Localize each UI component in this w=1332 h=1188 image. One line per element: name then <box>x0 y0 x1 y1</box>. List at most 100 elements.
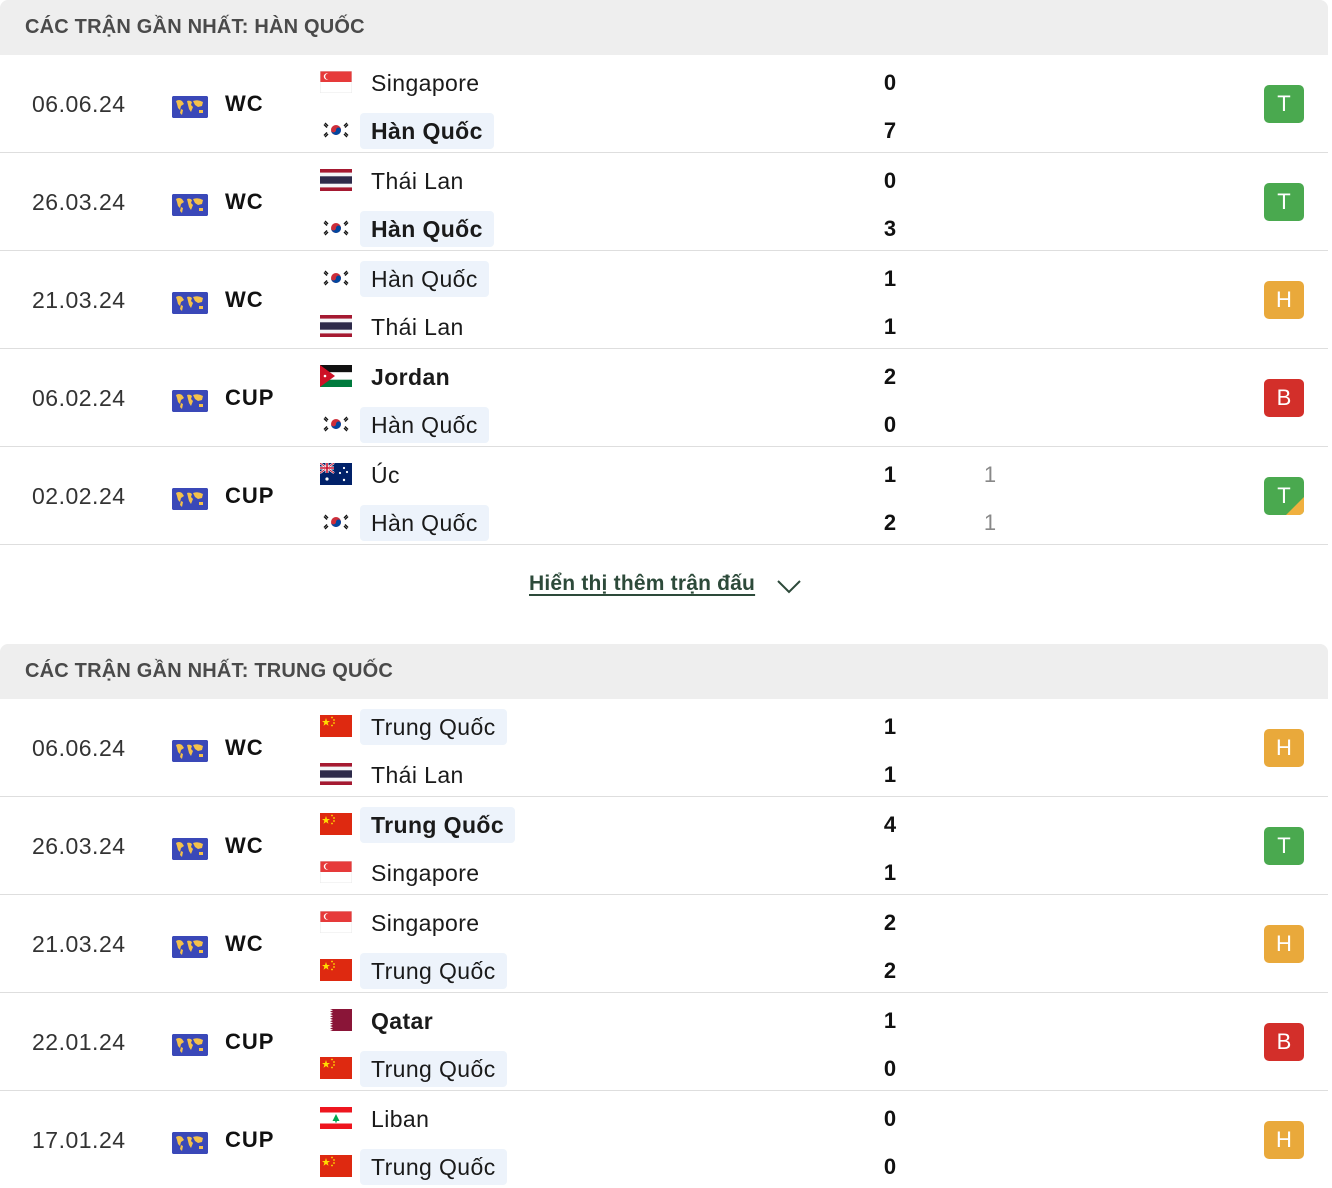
result-letter: T <box>1277 189 1291 214</box>
match-row[interactable]: 26.03.24 WC Thái Lan 0 Hàn Quốc 3 T <box>0 153 1328 251</box>
home-team[interactable]: Singapore <box>318 65 818 101</box>
away-score: 0 <box>883 412 897 437</box>
match-row[interactable]: 22.01.24 CUP Qatar 1 Trung Quốc 0 B <box>0 993 1328 1091</box>
away-score: 2 <box>883 510 897 535</box>
away-team[interactable]: Hàn Quốc <box>318 407 818 443</box>
home-score: 2 <box>883 364 897 389</box>
away-team[interactable]: Singapore <box>318 855 818 891</box>
match-row[interactable]: 26.03.24 WC Trung Quốc 4 Singapore 1 T <box>0 797 1328 895</box>
korea-flag-icon <box>320 511 352 533</box>
match-row[interactable]: 06.02.24 CUP Jordan 2 Hàn Quốc 0 B <box>0 349 1328 447</box>
result-badge: T <box>1264 183 1304 221</box>
away-team-name[interactable]: Thái Lan <box>360 309 475 345</box>
home-team-name[interactable]: Trung Quốc <box>360 807 516 843</box>
home-team[interactable]: Úc <box>318 457 818 493</box>
away-team-name[interactable]: Hàn Quốc <box>360 505 489 541</box>
away-team[interactable]: Thái Lan <box>318 757 818 793</box>
result-letter: T <box>1277 833 1291 858</box>
home-score: 1 <box>883 462 897 487</box>
home-score: 1 <box>883 266 897 291</box>
home-team[interactable]: Singapore <box>318 905 818 941</box>
away-score: 1 <box>883 314 897 339</box>
match-row[interactable]: 06.06.24 WC Trung Quốc 1 Thái Lan 1 H <box>0 699 1328 797</box>
home-team-name[interactable]: Thái Lan <box>360 163 475 199</box>
world-map-icon <box>172 838 208 860</box>
match-row[interactable]: 17.01.24 CUP Liban 0 Trung Quốc 0 H <box>0 1091 1328 1188</box>
result-badge: H <box>1264 281 1304 319</box>
result-badge: H <box>1264 925 1304 963</box>
home-score: 0 <box>883 70 897 95</box>
home-team[interactable]: Hàn Quốc <box>318 261 818 297</box>
home-team[interactable]: Qatar <box>318 1003 818 1039</box>
result-letter: H <box>1276 735 1292 760</box>
home-team-name[interactable]: Singapore <box>360 905 490 941</box>
result-badge: T <box>1264 85 1304 123</box>
away-team-name[interactable]: Singapore <box>360 855 490 891</box>
away-team[interactable]: Trung Quốc <box>318 1149 818 1185</box>
world-map-icon <box>172 488 208 510</box>
away-score: 0 <box>883 1056 897 1081</box>
match-date: 06.06.24 <box>32 735 126 761</box>
away-team-name[interactable]: Hàn Quốc <box>360 211 494 247</box>
result-letter: B <box>1276 385 1292 410</box>
singapore-flag-icon <box>320 71 352 93</box>
result-letter: T <box>1277 91 1291 116</box>
home-team-name[interactable]: Trung Quốc <box>360 709 507 745</box>
home-team-name[interactable]: Jordan <box>360 359 461 395</box>
result-badge: B <box>1264 1023 1304 1061</box>
away-team-name[interactable]: Hàn Quốc <box>360 113 494 149</box>
away-team[interactable]: Trung Quốc <box>318 953 818 989</box>
match-row[interactable]: 21.03.24 WC Hàn Quốc 1 Thái Lan 1 H <box>0 251 1328 349</box>
away-team[interactable]: Trung Quốc <box>318 1051 818 1087</box>
match-date: 17.01.24 <box>32 1127 126 1153</box>
home-team-name[interactable]: Qatar <box>360 1003 444 1039</box>
competition-label: WC <box>225 735 264 760</box>
away-team[interactable]: Hàn Quốc <box>318 211 818 247</box>
thailand-flag-icon <box>320 763 352 785</box>
match-row[interactable]: 21.03.24 WC Singapore 2 Trung Quốc 2 H <box>0 895 1328 993</box>
home-team-name[interactable]: Singapore <box>360 65 490 101</box>
section-header-china: CÁC TRẬN GẦN NHẤT: TRUNG QUỐC <box>0 644 1328 699</box>
away-score: 1 <box>883 762 897 787</box>
home-team[interactable]: Trung Quốc <box>318 709 818 745</box>
away-team-name[interactable]: Hàn Quốc <box>360 407 489 443</box>
away-team[interactable]: Hàn Quốc <box>318 505 818 541</box>
match-date: 02.02.24 <box>32 483 126 509</box>
away-team-name[interactable]: Trung Quốc <box>360 1051 507 1087</box>
match-date: 26.03.24 <box>32 189 126 215</box>
home-team-name[interactable]: Liban <box>360 1101 440 1137</box>
home-team-name[interactable]: Hàn Quốc <box>360 261 489 297</box>
home-team-name[interactable]: Úc <box>360 457 411 493</box>
away-team[interactable]: Thái Lan <box>318 309 818 345</box>
result-badge: T <box>1264 477 1304 515</box>
competition-label: WC <box>225 189 264 214</box>
thailand-flag-icon <box>320 169 352 191</box>
away-team-name[interactable]: Trung Quốc <box>360 953 507 989</box>
show-more-link[interactable]: Hiển thị thêm trận đấu <box>529 572 755 596</box>
match-row[interactable]: 06.06.24 WC Singapore 0 Hàn Quốc 7 T <box>0 55 1328 153</box>
home-score: 2 <box>883 910 897 935</box>
home-score: 1 <box>883 1008 897 1033</box>
away-score: 3 <box>883 216 897 241</box>
match-row[interactable]: 02.02.24 CUP Úc 1 1 Hàn Quốc 2 1 T <box>0 447 1328 545</box>
competition-label: WC <box>225 91 264 116</box>
home-team[interactable]: Jordan <box>318 359 818 395</box>
chevron-down-icon[interactable] <box>776 577 802 595</box>
china-flag-icon <box>320 1155 352 1177</box>
korea-flag-icon <box>320 217 352 239</box>
world-map-icon <box>172 390 208 412</box>
lebanon-flag-icon <box>320 1107 352 1129</box>
section-header-korea: CÁC TRẬN GẦN NHẤT: HÀN QUỐC <box>0 0 1328 55</box>
home-team[interactable]: Thái Lan <box>318 163 818 199</box>
home-team[interactable]: Liban <box>318 1101 818 1137</box>
jordan-flag-icon <box>320 365 352 387</box>
away-team-name[interactable]: Thái Lan <box>360 757 475 793</box>
away-team-name[interactable]: Trung Quốc <box>360 1149 507 1185</box>
home-team[interactable]: Trung Quốc <box>318 807 818 843</box>
home-score: 0 <box>883 168 897 193</box>
away-team[interactable]: Hàn Quốc <box>318 113 818 149</box>
singapore-flag-icon <box>320 911 352 933</box>
result-badge: H <box>1264 1121 1304 1159</box>
world-map-icon <box>172 194 208 216</box>
match-date: 26.03.24 <box>32 833 126 859</box>
